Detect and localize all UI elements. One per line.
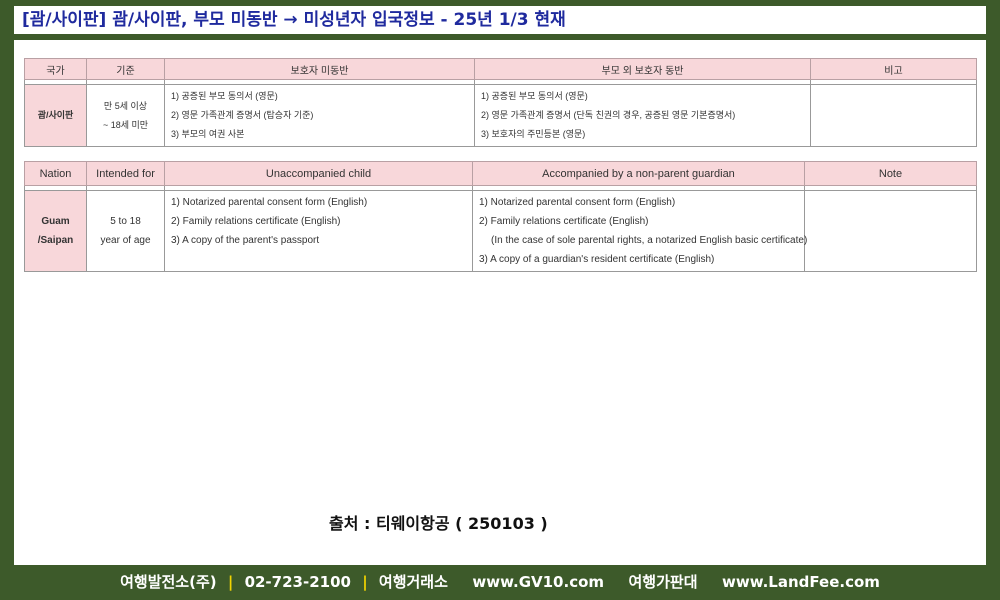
english-requirements-table: Nation Intended for Unaccompanied child … (24, 161, 977, 272)
header-note: Note (804, 161, 977, 186)
table-header-row: Nation Intended for Unaccompanied child … (24, 161, 977, 186)
note-cell (810, 84, 977, 147)
list-item: 1) Notarized parental consent form (Engl… (171, 197, 368, 208)
content-panel: 국가 기준 보호자 미동반 부모 외 보호자 동반 비고 괌/사이판 만 5세 … (14, 40, 986, 565)
company-name: 여행발전소(주) (120, 573, 217, 591)
header-accompanied: Accompanied by a non-parent guardian (472, 161, 805, 186)
list-item: 3) A copy of the parent's passport (171, 235, 320, 246)
nation-cell: 괌/사이판 (24, 84, 87, 147)
korean-requirements-table: 국가 기준 보호자 미동반 부모 외 보호자 동반 비고 괌/사이판 만 5세 … (24, 58, 977, 147)
separator: | (362, 573, 368, 591)
page-title: [괌/사이판] 괌/사이판, 부모 미동반 → 미성년자 입국정보 - 25년 … (14, 6, 986, 34)
header-accompanied: 부모 외 보호자 동반 (474, 58, 811, 80)
list-item: 2) Family relations certificate (English… (171, 216, 341, 227)
site2-name: 여행가판대 (628, 573, 698, 591)
list-item: 1) Notarized parental consent form (Engl… (479, 197, 676, 208)
site1-name: 여행거래소 (378, 573, 448, 591)
header-criteria: 기준 (86, 58, 165, 80)
footer-contact-bar: 여행발전소(주) | 02-723-2100 | 여행거래소 www.GV10.… (0, 568, 1000, 596)
list-item: 3) 부모의 여권 사본 (171, 129, 245, 139)
separator: | (227, 573, 234, 591)
list-item-note: (In the case of sole parental rights, a … (491, 235, 808, 246)
note-cell (804, 190, 977, 272)
phone-number: 02-723-2100 (244, 573, 351, 591)
list-item: 2) Family relations certificate (English… (479, 216, 649, 227)
header-unaccompanied: Unaccompanied child (164, 161, 473, 186)
criteria-cell: 만 5세 이상 ~ 18세 미만 (86, 84, 165, 147)
header-unaccompanied: 보호자 미동반 (164, 58, 475, 80)
header-nation: 국가 (24, 58, 87, 80)
accompanied-cell: 1) 공증된 부모 동의서 (영문) 2) 영문 가족관계 증명서 (단독 친권… (474, 84, 811, 147)
list-item: 3) A copy of a guardian's resident certi… (479, 254, 715, 265)
list-item: 1) 공증된 부모 동의서 (영문) (481, 91, 588, 101)
header-nation: Nation (24, 161, 87, 186)
site1-link[interactable]: www.GV10.com (472, 573, 604, 591)
table-row: 괌/사이판 만 5세 이상 ~ 18세 미만 1) 공증된 부모 동의서 (영문… (24, 84, 977, 147)
unaccompanied-cell: 1) Notarized parental consent form (Engl… (164, 190, 473, 272)
nation-cell: Guam /Saipan (24, 190, 87, 272)
header-criteria: Intended for (86, 161, 165, 186)
header-note: 비고 (810, 58, 977, 80)
unaccompanied-cell: 1) 공증된 부모 동의서 (영문) 2) 영문 가족관계 증명서 (탑승자 기… (164, 84, 475, 147)
criteria-cell: 5 to 18 year of age (86, 190, 165, 272)
table-row: Guam /Saipan 5 to 18 year of age 1) Nota… (24, 190, 977, 272)
table-header-row: 국가 기준 보호자 미동반 부모 외 보호자 동반 비고 (24, 58, 977, 80)
list-item: 2) 영문 가족관계 증명서 (탑승자 기준) (171, 110, 314, 120)
source-citation: 출처 : 티웨이항공 ( 250103 ) (329, 514, 548, 533)
list-item: 2) 영문 가족관계 증명서 (단독 친권의 경우, 공증된 영문 기본증명서) (481, 110, 736, 120)
list-item: 3) 보호자의 주민등본 (영문) (481, 129, 586, 139)
accompanied-cell: 1) Notarized parental consent form (Engl… (472, 190, 808, 272)
list-item: 1) 공증된 부모 동의서 (영문) (171, 91, 278, 101)
site2-link[interactable]: www.LandFee.com (722, 573, 880, 591)
